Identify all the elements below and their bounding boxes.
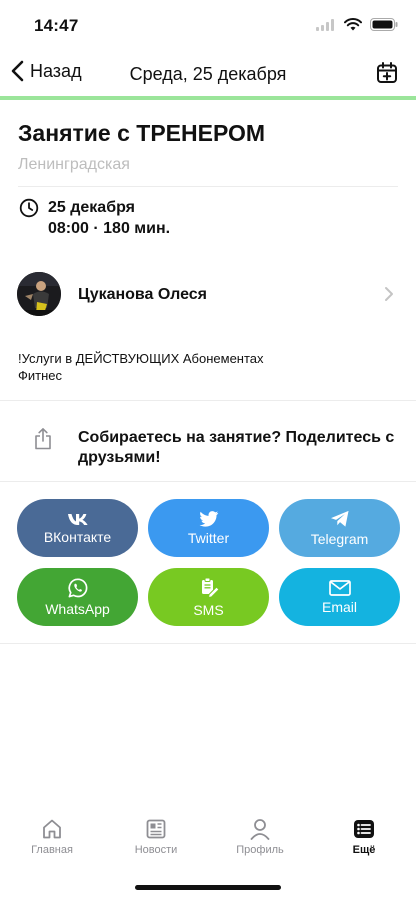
share-vk-label: ВКонтакте xyxy=(43,528,112,545)
signal-icon xyxy=(316,18,334,31)
calendar-plus-icon xyxy=(377,62,397,83)
twitter-icon xyxy=(198,510,218,527)
tab-more[interactable]: Ещё xyxy=(312,818,416,866)
sms-icon xyxy=(201,577,220,598)
divider xyxy=(0,400,416,401)
share-sms-button[interactable]: SMS xyxy=(148,568,269,626)
share-whatsapp-label: WhatsApp xyxy=(45,600,110,617)
status-bar: 14:47 xyxy=(0,0,416,50)
trainer-row[interactable]: Цуканова Олеся xyxy=(0,270,416,318)
lesson-title: Занятие с ТРЕНЕРОМ xyxy=(18,120,266,146)
tab-profile-label: Профиль xyxy=(236,844,284,856)
tab-news[interactable]: Новости xyxy=(104,818,208,866)
accent-line xyxy=(0,96,416,100)
tab-bar: Главная Новости Профиль Ещё xyxy=(0,818,416,866)
status-time: 14:47 xyxy=(34,16,79,35)
divider xyxy=(0,481,416,482)
status-icons xyxy=(316,18,398,31)
lesson-date: 25 декабря xyxy=(48,199,135,216)
share-prompt: Собираетесь на занятие? Поделитесь с дру… xyxy=(78,429,395,466)
trainer-avatar xyxy=(17,272,61,316)
share-email-button[interactable]: Email xyxy=(279,568,400,626)
tab-home[interactable]: Главная xyxy=(0,818,104,866)
share-vk-button[interactable]: ВКонтакте xyxy=(17,499,138,557)
share-twitter-label: Twitter xyxy=(187,529,230,546)
home-indicator xyxy=(135,885,281,890)
lesson-description: !Услуги в ДЕЙСТВУЮЩИХ Абонементах Фитнес xyxy=(18,351,264,383)
tab-profile[interactable]: Профиль xyxy=(208,818,312,866)
tab-home-label: Главная xyxy=(31,844,73,856)
tab-more-label: Ещё xyxy=(352,844,376,856)
battery-icon xyxy=(370,18,398,31)
divider xyxy=(0,643,416,644)
vk-icon xyxy=(67,513,88,525)
share-buttons: ВКонтакте Twitter Telegram WhatsApp SMS xyxy=(17,499,400,626)
chevron-right-icon xyxy=(385,287,393,301)
lesson-location: Ленинградская xyxy=(18,156,130,173)
trainer-name: Цуканова Олеся xyxy=(78,286,208,303)
share-icon xyxy=(35,428,51,450)
share-telegram-label: Telegram xyxy=(310,530,369,547)
home-icon xyxy=(43,819,61,839)
add-to-calendar-button[interactable] xyxy=(376,62,398,89)
whatsapp-icon xyxy=(67,577,87,597)
divider xyxy=(18,186,398,187)
wifi-icon xyxy=(344,18,362,31)
news-icon xyxy=(146,819,166,839)
profile-icon xyxy=(250,819,270,840)
navigation-bar: Назад Среда, 25 декабря xyxy=(0,52,416,96)
telegram-icon xyxy=(330,510,349,527)
share-email-label: Email xyxy=(321,598,357,615)
page-title: Среда, 25 декабря xyxy=(129,64,287,84)
tab-news-label: Новости xyxy=(134,844,178,856)
lesson-time: 08:00 · 180 мин. xyxy=(48,220,171,237)
more-icon xyxy=(354,820,374,838)
share-telegram-button[interactable]: Telegram xyxy=(279,499,400,557)
share-twitter-button[interactable]: Twitter xyxy=(148,499,269,557)
clock-icon xyxy=(19,198,39,218)
share-whatsapp-button[interactable]: WhatsApp xyxy=(17,568,138,626)
email-icon xyxy=(328,579,351,596)
share-sms-label: SMS xyxy=(193,601,224,618)
